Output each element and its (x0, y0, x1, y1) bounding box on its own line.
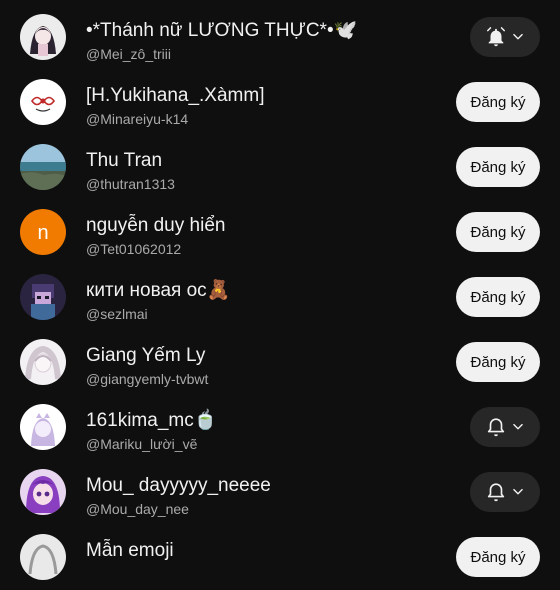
channel-name[interactable]: Mou_ dayyyyy_neeee (86, 475, 271, 497)
channel-avatar[interactable] (20, 469, 66, 515)
channel-row[interactable]: [H.Yukihana_.Xàmm] @Minareiyu-k14 Đăng k… (0, 70, 560, 135)
channel-row[interactable]: Mou_ dayyyyy_neeee @Mou_day_nee (0, 460, 560, 525)
notification-bell-button[interactable] (470, 407, 540, 447)
avatar-image-sketch (20, 339, 66, 385)
avatar-image-lavender-character (20, 404, 66, 450)
bell-icon (487, 418, 505, 437)
channel-avatar[interactable] (20, 534, 66, 580)
channel-handle: @Mou_day_nee (86, 501, 189, 517)
channel-row[interactable]: •*Thánh nữ LƯƠNG THỰC*•🕊️ @Mei_zô_triii (0, 5, 560, 70)
channel-name[interactable]: Giang Yếm Ly (86, 345, 205, 367)
channel-avatar[interactable] (20, 79, 66, 125)
channel-avatar[interactable] (20, 274, 66, 320)
subscribe-button[interactable]: Đăng ký (456, 537, 540, 577)
bell-icon (487, 483, 505, 502)
subscribe-button[interactable]: Đăng ký (456, 82, 540, 122)
avatar-image-anime-girl (20, 14, 66, 60)
subscribe-button[interactable]: Đăng ký (456, 147, 540, 187)
channel-name[interactable]: •*Thánh nữ LƯƠNG THỰC*•🕊️ (86, 20, 357, 42)
chevron-down-icon (513, 488, 523, 495)
avatar-image-bow-doodle (20, 79, 66, 125)
channel-handle: @Mariku_lười_vẽ (86, 436, 198, 452)
channel-name[interactable]: 161kima_mc🍵 (86, 410, 217, 432)
channel-row[interactable]: Thu Tran @thutran1313 Đăng ký (0, 135, 560, 200)
channel-name[interactable]: nguyễn duy hiển (86, 215, 225, 237)
channel-handle: @thutran1313 (86, 176, 175, 192)
avatar-image-seaside (20, 144, 66, 190)
channel-handle: @giangyemly-tvbwt (86, 371, 209, 387)
channel-row[interactable]: n nguyễn duy hiển @Tet01062012 Đăng ký (0, 200, 560, 265)
notification-bell-button[interactable] (470, 17, 540, 57)
bell-icon (487, 27, 505, 47)
channel-row[interactable]: Mẫn emoji Đăng ký (0, 525, 560, 590)
subscribe-button[interactable]: Đăng ký (456, 212, 540, 252)
channel-row[interactable]: Giang Yếm Ly @giangyemly-tvbwt Đăng ký (0, 330, 560, 395)
avatar-image-gray-sketch (20, 534, 66, 580)
channel-handle: @sezlmai (86, 306, 148, 322)
channel-avatar[interactable] (20, 404, 66, 450)
avatar-letter: n (20, 209, 66, 255)
channel-handle: @Mei_zô_triii (86, 46, 172, 62)
chevron-down-icon (513, 33, 523, 40)
channel-name[interactable]: [H.Yukihana_.Xàmm] (86, 85, 264, 107)
channel-avatar[interactable]: n (20, 209, 66, 255)
chevron-down-icon (513, 423, 523, 430)
channel-name[interactable]: кити новая ос🧸 (86, 280, 230, 302)
channel-handle: @Tet01062012 (86, 241, 182, 257)
channel-avatar[interactable] (20, 144, 66, 190)
subscribe-button[interactable]: Đăng ký (456, 342, 540, 382)
channel-handle: @Minareiyu-k14 (86, 111, 189, 127)
channel-avatar[interactable] (20, 339, 66, 385)
channel-row[interactable]: кити новая ос🧸 @sezlmai Đăng ký (0, 265, 560, 330)
subscribe-button[interactable]: Đăng ký (456, 277, 540, 317)
avatar-image-purple-hair (20, 469, 66, 515)
channel-avatar[interactable] (20, 14, 66, 60)
notification-bell-button[interactable] (470, 472, 540, 512)
avatar-letter-text: n (37, 222, 48, 244)
channel-name[interactable]: Mẫn emoji (86, 540, 174, 562)
avatar-image-pixel-character (20, 274, 66, 320)
channel-name[interactable]: Thu Tran (86, 150, 162, 172)
channel-row[interactable]: 161kima_mc🍵 @Mariku_lười_vẽ (0, 395, 560, 460)
